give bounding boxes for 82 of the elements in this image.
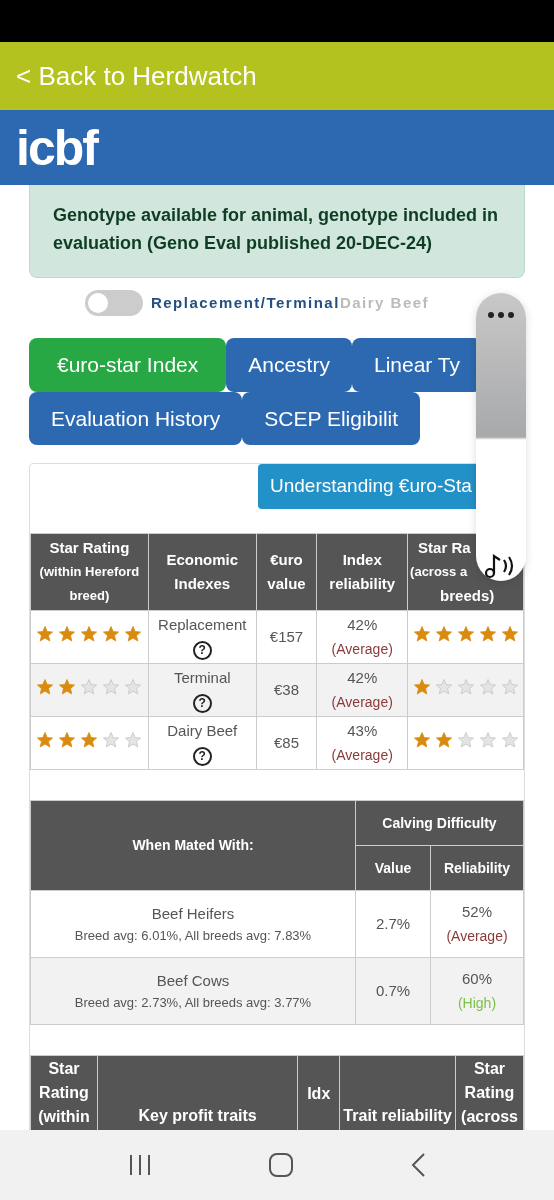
table-cell: 0.7% <box>355 957 431 1024</box>
star-icon <box>479 731 496 748</box>
genotype-alert: Genotype available for animal, genotype included in evaluation (Geno Eval published 20-DEC-24) <box>29 185 525 278</box>
star-icon <box>479 625 496 642</box>
star-icon <box>37 678 54 695</box>
star-icon <box>37 731 54 748</box>
tab[interactable]: Evaluation History <box>29 391 243 445</box>
star-icon <box>59 731 76 748</box>
star-icon <box>457 625 474 642</box>
index-name: Terminal <box>172 667 232 688</box>
column-header: Economic Indexes <box>148 533 257 610</box>
column-header: Star Rating (within Hereford breed) <box>30 533 149 610</box>
column-header: Idx <box>297 1055 340 1130</box>
star-icon <box>501 625 518 642</box>
toggle-label: Replacement/Terminal <box>150 292 340 313</box>
star-icon <box>81 678 98 695</box>
column-header: Value <box>355 845 431 890</box>
reliability-label: (Average) <box>330 692 394 712</box>
back-icon[interactable] <box>410 1152 426 1178</box>
column-header: Reliability <box>430 845 524 890</box>
star-icon <box>435 678 452 695</box>
reliability-label: (Average) <box>330 745 394 765</box>
table-cell: €157 <box>256 610 317 663</box>
tab[interactable]: SCEP Eligibilit <box>242 391 421 445</box>
reliability-value: 43% <box>346 720 379 741</box>
average-note: Breed avg: 6.01%, All breeds avg: 7.83% <box>73 926 313 945</box>
help-button[interactable]: ? <box>192 640 212 660</box>
star-icon <box>413 678 430 695</box>
table-cell: €85 <box>256 716 317 769</box>
star-icon <box>413 625 430 642</box>
star-icon <box>501 678 518 695</box>
reliability-value: 60% <box>461 968 493 989</box>
reliability-label: (High) <box>456 993 498 1013</box>
help-button[interactable]: ? <box>192 746 212 766</box>
star-icon <box>457 731 474 748</box>
star-icon <box>125 678 142 695</box>
star-icon <box>479 678 496 695</box>
floating-menu[interactable] <box>476 293 526 581</box>
star-icon <box>103 678 120 695</box>
home-icon[interactable] <box>268 1152 294 1178</box>
reliability-value: 42% <box>346 614 379 635</box>
star-icon <box>435 731 452 748</box>
index-name: Dairy Beef <box>166 720 239 741</box>
toggle-label: Dairy Beef <box>339 292 430 313</box>
table-cell: 2.7% <box>355 890 431 957</box>
tab[interactable]: €uro-star Index <box>29 338 227 392</box>
column-header: Calving Difficulty <box>355 800 524 845</box>
star-icon <box>81 625 98 642</box>
star-icon <box>435 625 452 642</box>
column-header: Key profit traits <box>97 1055 298 1130</box>
average-note: Breed avg: 2.73%, All breeds avg: 3.77% <box>73 993 313 1012</box>
reliability-value: 52% <box>461 901 493 922</box>
column-header: Star Rating (across <box>455 1055 524 1130</box>
star-icon <box>125 625 142 642</box>
column-header: When Mated With: <box>30 800 356 890</box>
column-header: €uro value <box>256 533 317 610</box>
column-header: Trait reliability <box>339 1055 456 1130</box>
star-icon <box>59 678 76 695</box>
star-icon <box>103 625 120 642</box>
mated-with-name: Beef Heifers <box>150 903 236 924</box>
star-icon <box>457 678 474 695</box>
reliability-label: (Average) <box>330 639 394 659</box>
star-icon <box>59 625 76 642</box>
tab[interactable]: Ancestry <box>226 338 352 392</box>
more-icon[interactable] <box>487 311 515 319</box>
logo: icbf <box>16 122 97 173</box>
help-button[interactable]: ? <box>192 693 212 713</box>
star-icon <box>103 731 120 748</box>
column-header: Star Rating (within <box>30 1055 98 1130</box>
recent-apps-icon[interactable] <box>128 1153 152 1177</box>
column-header: Index reliability <box>316 533 408 610</box>
reliability-value: 42% <box>346 667 379 688</box>
star-icon <box>125 731 142 748</box>
toggle-switch[interactable] <box>84 290 143 316</box>
reliability-label: (Average) <box>445 926 509 946</box>
index-name: Replacement <box>157 614 248 635</box>
mated-with-name: Beef Cows <box>155 970 231 991</box>
table-cell: €38 <box>256 663 317 716</box>
star-icon <box>81 731 98 748</box>
star-icon <box>413 731 430 748</box>
star-icon <box>37 625 54 642</box>
star-icon <box>501 731 518 748</box>
